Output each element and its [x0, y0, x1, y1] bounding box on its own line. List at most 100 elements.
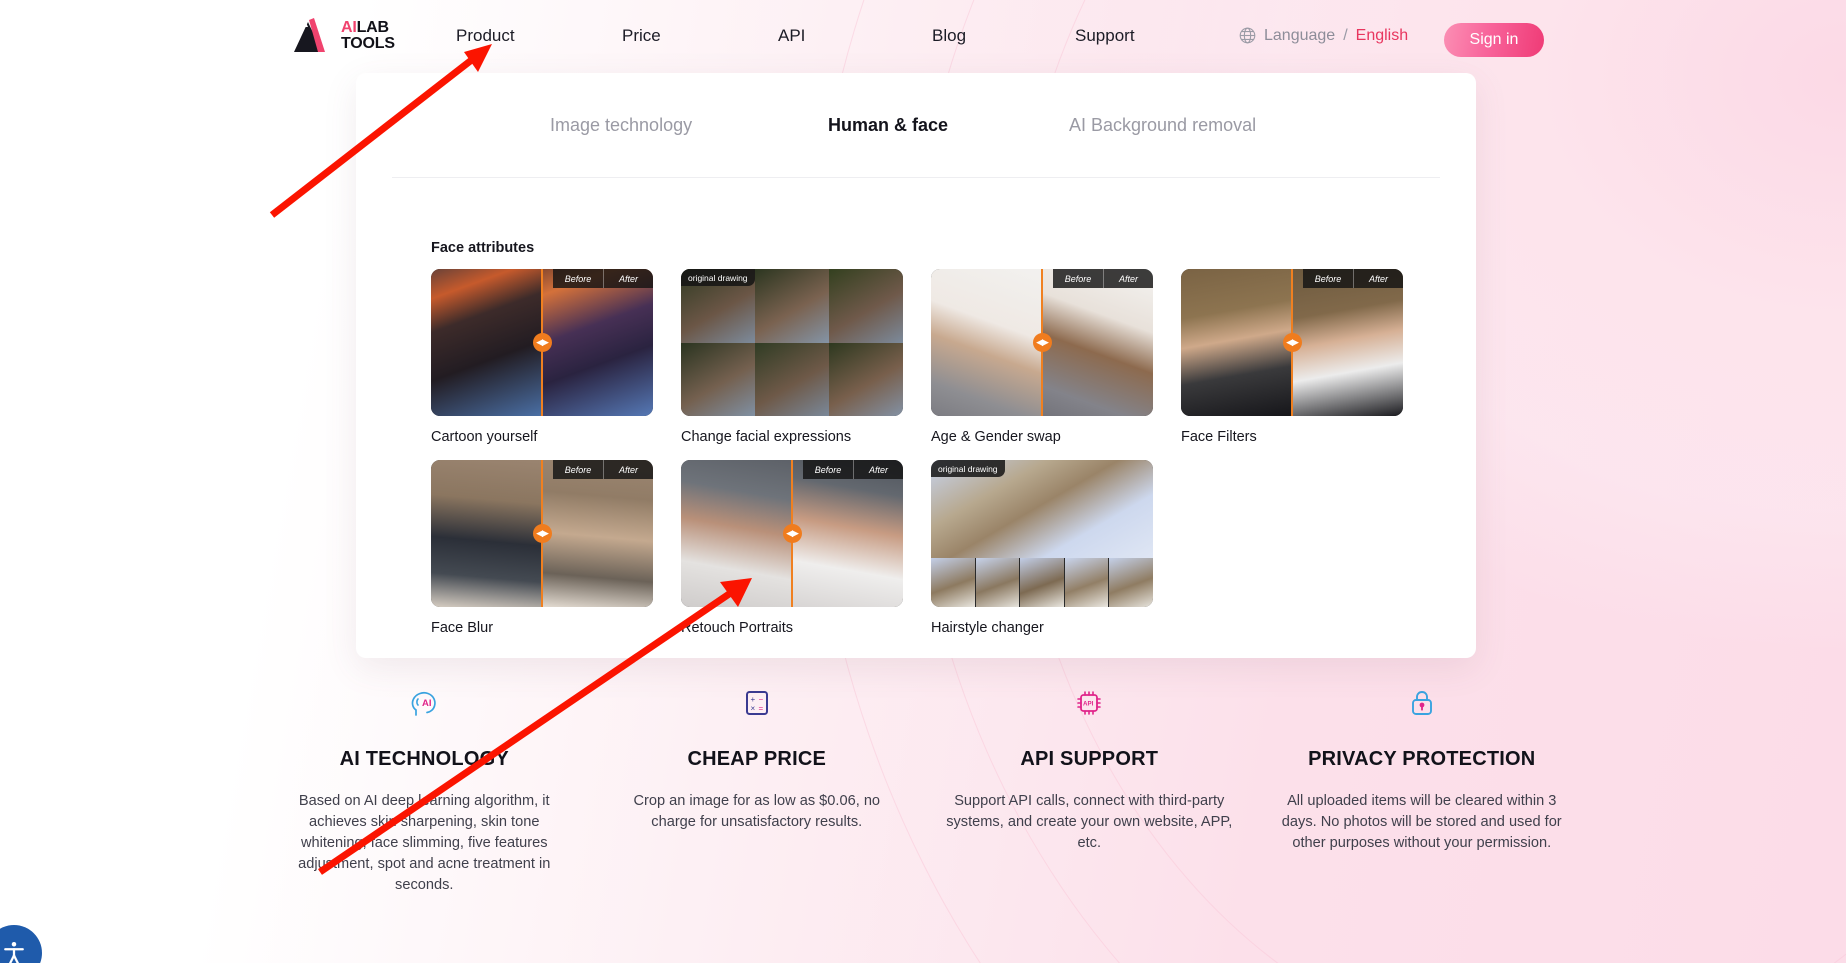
language-separator: / [1343, 26, 1348, 44]
badge-before: Before [814, 464, 842, 475]
badge-before: Before [1064, 273, 1092, 284]
thumb-after-image [1292, 269, 1403, 416]
before-after-badge: Before After [803, 460, 903, 479]
card-thumbnail[interactable]: ◀▶ Before After [931, 269, 1153, 416]
card-thumbnail[interactable]: ◀▶ Before After [1181, 269, 1403, 416]
tab-image-technology[interactable]: Image technology [550, 115, 692, 136]
compare-slider-knob[interactable]: ◀▶ [532, 524, 552, 543]
card-retouch-portraits[interactable]: ◀▶ Before After Retouch Portraits [681, 460, 903, 636]
nav-item-blog[interactable]: Blog [922, 26, 976, 46]
card-label: Face Blur [431, 620, 494, 636]
before-after-badge: Before After [1053, 269, 1153, 288]
nav-item-price[interactable]: Price [612, 26, 671, 46]
feature-description: Support API calls, connect with third-pa… [946, 793, 1233, 851]
logo-text: AILAB TOOLS [341, 20, 395, 52]
feature-card-grid: ◀▶ Before After Cartoon yourself origina… [431, 269, 1421, 636]
logo[interactable]: AILAB TOOLS [292, 18, 395, 54]
feature-title: API SUPPORT [1020, 748, 1159, 770]
language-selector[interactable]: Language / English [1238, 26, 1408, 45]
dropdown-tabs: Image technology Human & face AI Backgro… [356, 73, 1476, 177]
card-face-filters[interactable]: ◀▶ Before After Face Filters [1181, 269, 1403, 445]
accessibility-widget-button[interactable] [0, 925, 42, 963]
before-after-badge: Before After [553, 269, 653, 288]
card-label: Cartoon yourself [431, 429, 538, 445]
compare-slider-knob[interactable]: ◀▶ [1282, 333, 1302, 352]
language-label: Language [1264, 26, 1336, 44]
logo-ai-accent: AI [341, 19, 357, 37]
card-label: Face Filters [1181, 429, 1257, 445]
thumb-hairstyle-grid [931, 460, 1153, 607]
thumb-after-image [542, 460, 653, 607]
badge-after: After [1103, 269, 1153, 288]
tab-human-and-face[interactable]: Human & face [828, 115, 948, 136]
compare-slider-knob[interactable]: ◀▶ [782, 524, 802, 543]
thumb-before-image [681, 460, 792, 607]
hairstyle-variants [931, 558, 1153, 607]
badge-before: Before [564, 273, 592, 284]
thumb-mosaic [681, 269, 903, 416]
api-chip-icon-svg: API [1077, 691, 1102, 715]
thumb-before-image [431, 460, 542, 607]
original-drawing-badge: original drawing [931, 460, 1005, 477]
logo-mark-icon [294, 18, 325, 52]
feature-ai-technology: AI AI TECHNOLOGY Based on AI deep learni… [258, 680, 591, 896]
card-thumbnail[interactable]: ◀▶ Before After [431, 269, 653, 416]
before-after-badge: Before After [553, 460, 653, 479]
badge-before: Before [1314, 273, 1342, 284]
ai-head-icon: AI [280, 680, 569, 726]
api-chip-icon: API [945, 680, 1234, 726]
svg-text:+: + [750, 695, 755, 704]
feature-description: Crop an image for as low as $0.06, no ch… [633, 793, 881, 830]
thumb-before-image [431, 269, 542, 416]
compare-slider-knob[interactable]: ◀▶ [1032, 333, 1052, 352]
card-thumbnail[interactable]: ◀▶ Before After [681, 460, 903, 607]
nav-item-support[interactable]: Support [1065, 26, 1145, 46]
svg-text:API: API [1083, 701, 1094, 708]
badge-after: After [603, 269, 653, 288]
card-age-gender-swap[interactable]: ◀▶ Before After Age & Gender swap [931, 269, 1153, 445]
before-after-badge: Before After [1303, 269, 1403, 288]
tab-ai-background-removal[interactable]: AI Background removal [1069, 115, 1256, 136]
svg-text:=: = [758, 704, 763, 713]
features-section: AI AI TECHNOLOGY Based on AI deep learni… [258, 680, 1588, 896]
thumb-after-image [542, 269, 653, 416]
badge-after: After [853, 460, 903, 479]
card-thumbnail[interactable]: original drawing [681, 269, 903, 416]
product-dropdown-panel: Image technology Human & face AI Backgro… [356, 73, 1476, 658]
card-cartoon-yourself[interactable]: ◀▶ Before After Cartoon yourself [431, 269, 653, 445]
nav-item-api[interactable]: API [768, 26, 815, 46]
calculator-icon: + − × = [613, 680, 902, 726]
feature-api-support: API API SUPPORT Support API calls, conne… [923, 680, 1256, 896]
svg-text:−: − [758, 695, 763, 704]
sign-in-button[interactable]: Sign in [1444, 23, 1544, 57]
card-label: Retouch Portraits [681, 620, 794, 636]
feature-title: AI TECHNOLOGY [339, 748, 509, 770]
logo-line-2: TOOLS [341, 35, 395, 52]
card-change-facial-expressions[interactable]: original drawing Change facial expressio… [681, 269, 903, 445]
nav-item-product[interactable]: Product [446, 26, 525, 46]
accessibility-icon [4, 942, 24, 963]
svg-text:AI: AI [422, 698, 432, 709]
thumb-before-image [931, 269, 1042, 416]
original-drawing-badge: original drawing [681, 269, 755, 286]
page-root: AILAB TOOLS Product Price API Blog Suppo… [0, 0, 1846, 963]
feature-cheap-price: + − × = CHEAP PRICE Crop an image for as… [591, 680, 924, 896]
calculator-icon-svg: + − × = [745, 691, 768, 715]
feature-description: Based on AI deep learning algorithm, it … [298, 793, 551, 893]
card-label: Age & Gender swap [931, 429, 1061, 445]
card-label: Hairstyle changer [931, 620, 1044, 636]
thumb-before-image [1181, 269, 1292, 416]
card-face-blur[interactable]: ◀▶ Before After Face Blur [431, 460, 653, 636]
feature-title: CHEAP PRICE [687, 748, 827, 770]
ai-head-icon-svg: AI [411, 691, 436, 716]
card-hairstyle-changer[interactable]: original drawing Hairstyle changer [931, 460, 1153, 636]
card-thumbnail[interactable]: ◀▶ Before After [431, 460, 653, 607]
badge-after: After [1353, 269, 1403, 288]
compare-slider-knob[interactable]: ◀▶ [532, 333, 552, 352]
thumb-after-image [1042, 269, 1153, 416]
badge-after: After [603, 460, 653, 479]
padlock-icon [1278, 680, 1567, 726]
logo-lab: LAB [356, 19, 389, 37]
card-thumbnail[interactable]: original drawing [931, 460, 1153, 607]
logo-line-1: AILAB [341, 20, 395, 36]
